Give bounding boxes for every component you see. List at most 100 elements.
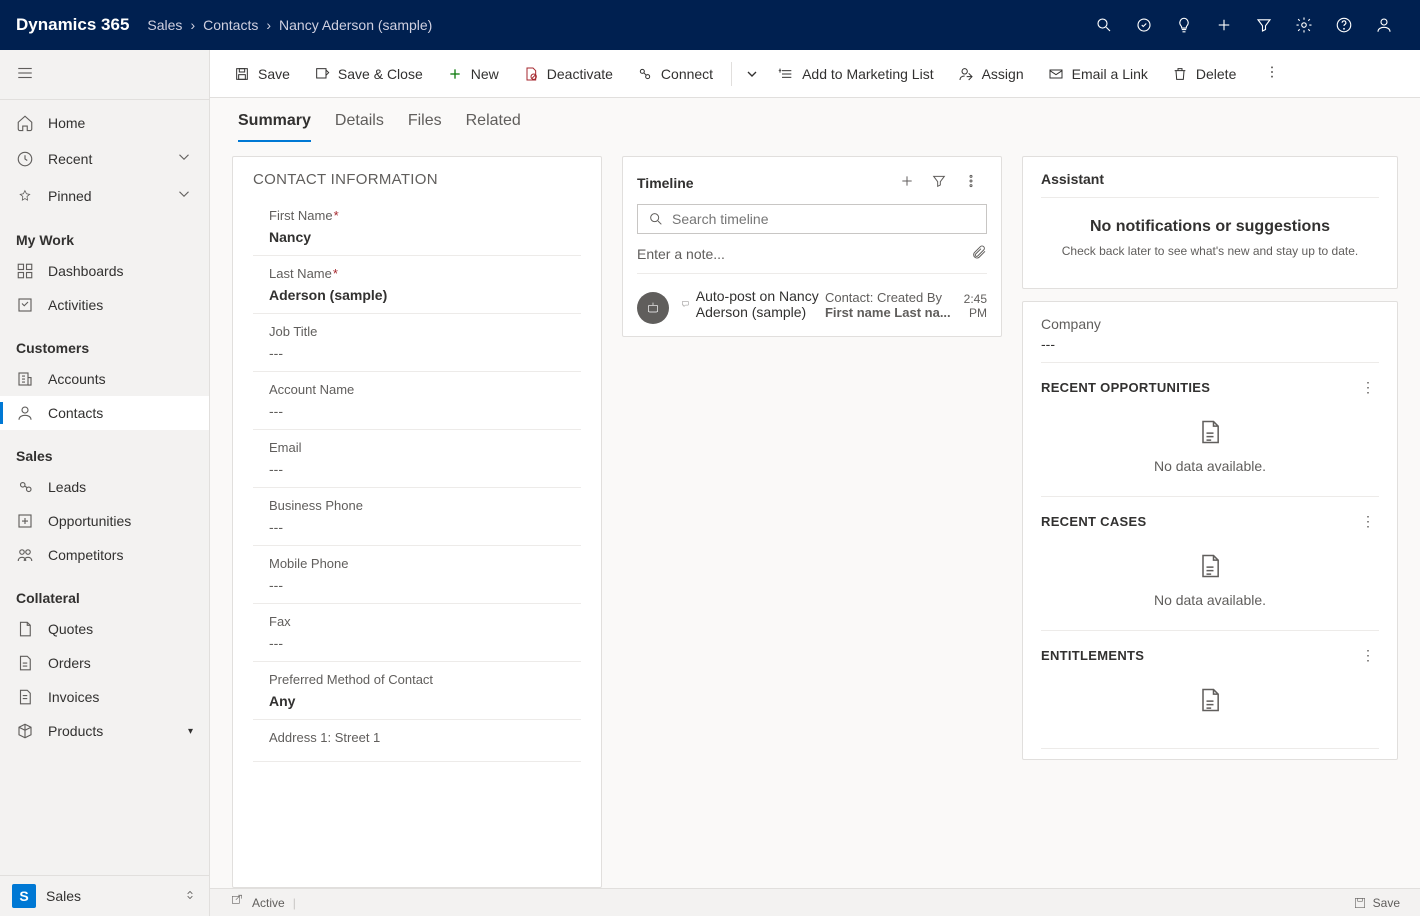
tab-details[interactable]: Details <box>335 112 384 142</box>
no-data: No data available. <box>1041 532 1379 631</box>
popout-icon[interactable] <box>222 894 252 911</box>
sidebar-item-label: Dashboards <box>48 263 124 279</box>
breadcrumb-record[interactable]: Nancy Aderson (sample) <box>279 17 432 33</box>
sidebar-item-orders[interactable]: Orders <box>0 646 209 680</box>
assistant-card: Assistant No notifications or suggestion… <box>1022 156 1398 289</box>
status-save-button[interactable]: Save <box>1345 896 1408 910</box>
new-button[interactable]: New <box>437 60 509 88</box>
brand: Dynamics 365 <box>16 15 129 35</box>
lightbulb-icon[interactable] <box>1164 5 1204 45</box>
field-business-phone[interactable]: Business Phone--- <box>253 488 581 546</box>
sidebar-item-leads[interactable]: Leads <box>0 470 209 504</box>
sidebar-item-dashboards[interactable]: Dashboards <box>0 254 209 288</box>
assistant-sub: Check back later to see what's new and s… <box>1041 244 1379 258</box>
breadcrumb-sales[interactable]: Sales <box>147 17 182 33</box>
field-last-name[interactable]: Last Name* Aderson (sample) <box>253 256 581 314</box>
field-value: Aderson (sample) <box>269 287 581 303</box>
assign-button[interactable]: Assign <box>948 60 1034 88</box>
field-label: Preferred Method of Contact <box>269 672 581 687</box>
field-label: Email <box>269 440 581 455</box>
timeline-note-placeholder: Enter a note... <box>637 246 971 262</box>
breadcrumb-contacts[interactable]: Contacts <box>203 17 258 33</box>
related-section: RECENT OPPORTUNITIES⋮No data available. <box>1041 363 1379 497</box>
help-icon[interactable] <box>1324 5 1364 45</box>
sidebar-item-pinned[interactable]: Pinned <box>0 177 209 214</box>
tab-summary[interactable]: Summary <box>238 112 311 142</box>
timeline-add-button[interactable] <box>891 169 923 196</box>
sidebar-item-activities[interactable]: Activities <box>0 288 209 322</box>
sidebar-item-invoices[interactable]: Invoices <box>0 680 209 714</box>
sidebar-item-opportunities[interactable]: Opportunities <box>0 504 209 538</box>
field-preferred-method-of-contact[interactable]: Preferred Method of ContactAny <box>253 662 581 720</box>
sidebar-item-label: Competitors <box>48 547 123 563</box>
timeline-filter-button[interactable] <box>923 169 955 196</box>
deactivate-label: Deactivate <box>547 66 613 82</box>
field-mobile-phone[interactable]: Mobile Phone--- <box>253 546 581 604</box>
area-badge: S <box>12 884 36 908</box>
sidebar-item-label: Invoices <box>48 689 99 705</box>
related-more-button[interactable]: ⋮ <box>1357 377 1379 398</box>
timeline-search[interactable] <box>637 204 987 234</box>
sidebar-item-recent[interactable]: Recent <box>0 140 209 177</box>
sidebar-item-quotes[interactable]: Quotes <box>0 612 209 646</box>
search-icon[interactable] <box>1084 5 1124 45</box>
sidebar-item-home[interactable]: Home <box>0 106 209 140</box>
timeline-search-input[interactable] <box>672 211 976 227</box>
timeline-item[interactable]: Auto-post on Nancy Aderson (sample) Cont… <box>637 274 987 324</box>
sidebar-item-label: Pinned <box>48 188 92 204</box>
breadcrumb-sep: › <box>190 17 195 33</box>
delete-button[interactable]: Delete <box>1162 60 1246 88</box>
deactivate-button[interactable]: Deactivate <box>513 60 623 88</box>
save-close-label: Save & Close <box>338 66 423 82</box>
chevron-down-icon <box>175 185 193 206</box>
field-first-name[interactable]: First Name*Nancy <box>253 198 581 256</box>
timeline-note-input[interactable]: Enter a note... <box>637 244 987 274</box>
save-close-button[interactable]: Save & Close <box>304 60 433 88</box>
area-label: Sales <box>46 888 81 904</box>
sidebar-item-label: Products <box>48 723 103 739</box>
assign-label: Assign <box>982 66 1024 82</box>
attachment-icon[interactable] <box>971 244 987 263</box>
tab-files[interactable]: Files <box>408 112 442 142</box>
plus-icon[interactable] <box>1204 5 1244 45</box>
field-address-1-street-1[interactable]: Address 1: Street 1 <box>253 720 581 762</box>
related-more-button[interactable]: ⋮ <box>1357 511 1379 532</box>
connect-button[interactable]: Connect <box>627 60 723 88</box>
add-marketing-button[interactable]: Add to Marketing List <box>768 60 944 88</box>
tab-related[interactable]: Related <box>466 112 521 142</box>
hamburger-icon[interactable] <box>0 50 209 100</box>
field-value: --- <box>269 519 581 535</box>
task-icon[interactable] <box>1124 5 1164 45</box>
company-value[interactable]: --- <box>1041 336 1379 363</box>
field-email[interactable]: Email--- <box>253 430 581 488</box>
contact-info-title: CONTACT INFORMATION <box>253 171 581 188</box>
timeline-more-button[interactable] <box>955 169 987 196</box>
filter-icon[interactable] <box>1244 5 1284 45</box>
company-label: Company <box>1041 312 1379 336</box>
email-link-button[interactable]: Email a Link <box>1038 60 1158 88</box>
delete-label: Delete <box>1196 66 1236 82</box>
gear-icon[interactable] <box>1284 5 1324 45</box>
email-link-label: Email a Link <box>1072 66 1148 82</box>
related-section-title: RECENT OPPORTUNITIES <box>1041 380 1210 395</box>
timeline-item-subtitle: Contact: Created By First name Last na..… <box>825 290 962 320</box>
save-button[interactable]: Save <box>224 60 300 88</box>
connect-split-button[interactable] <box>740 60 764 88</box>
field-label: Last Name* <box>269 266 581 281</box>
field-account-name[interactable]: Account Name--- <box>253 372 581 430</box>
field-label: Address 1: Street 1 <box>269 730 581 745</box>
more-commands-button[interactable] <box>1256 58 1288 89</box>
sidebar-area-switcher[interactable]: S Sales <box>0 875 209 916</box>
save-label: Save <box>258 66 290 82</box>
sidebar-item-products[interactable]: Products▾ <box>0 714 209 748</box>
field-job-title[interactable]: Job Title--- <box>253 314 581 372</box>
chevron-down-icon <box>175 148 193 169</box>
user-icon[interactable] <box>1364 5 1404 45</box>
no-data <box>1041 666 1379 749</box>
sidebar-item-accounts[interactable]: Accounts <box>0 362 209 396</box>
related-more-button[interactable]: ⋮ <box>1357 645 1379 666</box>
sidebar-item-competitors[interactable]: Competitors <box>0 538 209 572</box>
field-fax[interactable]: Fax--- <box>253 604 581 662</box>
sidebar-item-label: Quotes <box>48 621 93 637</box>
sidebar-item-contacts[interactable]: Contacts <box>0 396 209 430</box>
